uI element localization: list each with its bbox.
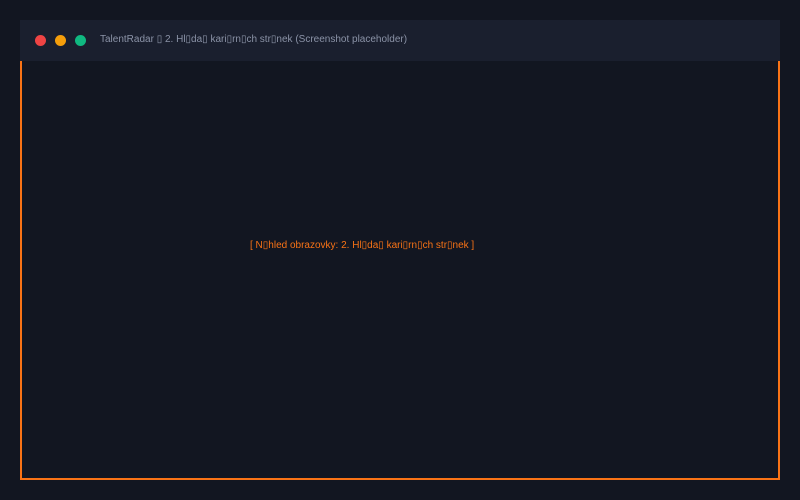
window-title: TalentRadar ▯ 2. Hl▯da▯ kari▯rn▯ch str▯n…	[100, 34, 408, 45]
title-bar: TalentRadar ▯ 2. Hl▯da▯ kari▯rn▯ch str▯n…	[20, 20, 780, 61]
screenshot-preview-area: [ N▯hled obrazovky: 2. Hl▯da▯ kari▯rn▯ch…	[20, 61, 780, 480]
preview-placeholder-label: [ N▯hled obrazovky: 2. Hl▯da▯ kari▯rn▯ch…	[250, 240, 475, 251]
minimize-window-button[interactable]	[55, 35, 66, 46]
app-window: TalentRadar ▯ 2. Hl▯da▯ kari▯rn▯ch str▯n…	[20, 20, 780, 480]
close-window-button[interactable]	[35, 35, 46, 46]
maximize-window-button[interactable]	[75, 35, 86, 46]
